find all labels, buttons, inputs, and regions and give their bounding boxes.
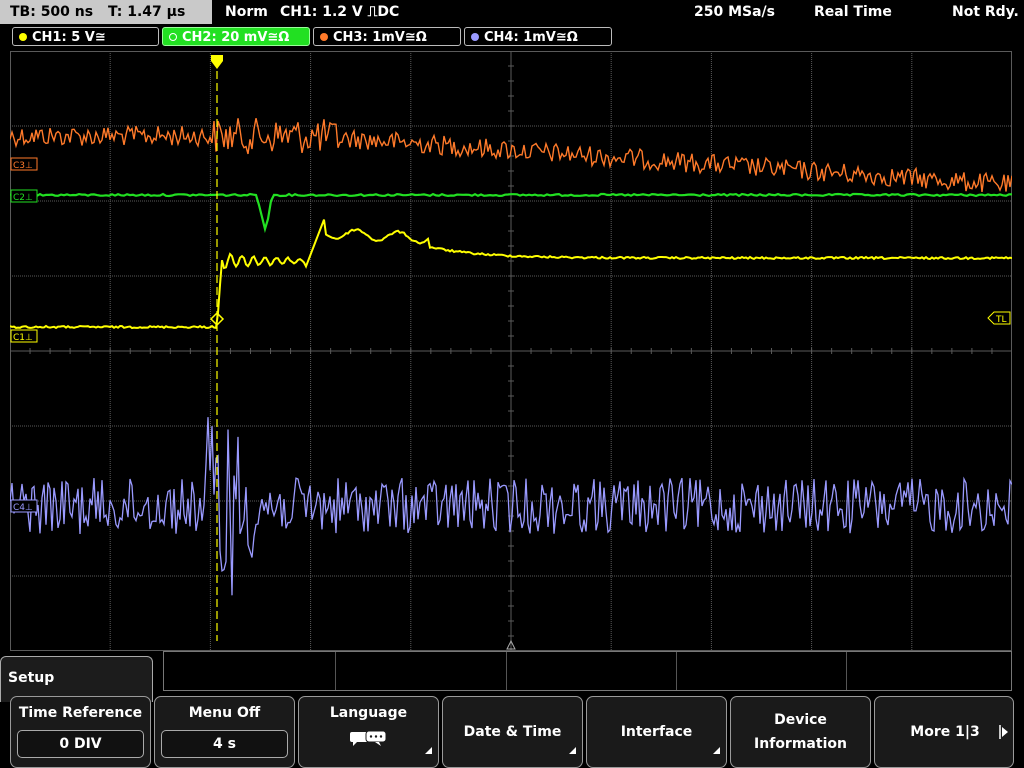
- interface-title: Interface: [620, 724, 693, 740]
- tab-ch2[interactable]: CH2: 20 mV≅Ω: [162, 27, 310, 46]
- tab-ch4[interactable]: CH4: 1mV≅Ω: [464, 27, 612, 46]
- trigger-position-icon[interactable]: [211, 55, 223, 69]
- date-time-softkey[interactable]: Date & Time: [442, 696, 583, 768]
- more-title: More 1|3: [910, 724, 980, 740]
- time-reference-value[interactable]: 0 DIV: [17, 730, 144, 758]
- language-softkey[interactable]: Language: [298, 696, 439, 768]
- ch2-dot-icon: [169, 33, 177, 41]
- trigger-level-text: TL: [995, 315, 1007, 325]
- menu-title: Setup: [8, 670, 55, 686]
- ch1-ground-marker[interactable]: C1⊥: [10, 329, 38, 343]
- ch3-marker-text: C3⊥: [13, 161, 33, 171]
- ch1-marker-text: C1⊥: [13, 333, 33, 343]
- strip-divider: [846, 652, 847, 690]
- tab-ch1[interactable]: CH1: 5 V≅: [12, 27, 159, 46]
- menu-off-title: Menu Off: [188, 705, 261, 721]
- submenu-corner-icon: [425, 747, 432, 754]
- interface-softkey[interactable]: Interface: [586, 696, 727, 768]
- grid-lines: [10, 51, 1012, 651]
- tab-ch3[interactable]: CH3: 1mV≅Ω: [313, 27, 461, 46]
- trigger-info[interactable]: CH1: 1.2 V ⎍DC: [280, 0, 399, 24]
- ch3-label: CH3: 1mV≅Ω: [333, 30, 427, 45]
- menu-off-value[interactable]: 4 s: [161, 730, 288, 758]
- ch1-label: CH1: 5 V≅: [32, 30, 106, 45]
- device-information-title-line1: Device: [774, 712, 827, 728]
- submenu-corner-icon: [569, 747, 576, 754]
- ch3-ground-marker[interactable]: C3⊥: [10, 157, 38, 171]
- timebase-readout: TB: 500 ns: [10, 4, 94, 20]
- more-softkey[interactable]: More 1|3: [874, 696, 1014, 768]
- info-strip: [163, 651, 1012, 691]
- strip-divider: [506, 652, 507, 690]
- ch2-ground-marker[interactable]: C2⊥: [10, 189, 38, 203]
- sample-rate: 250 MSa/s: [694, 4, 776, 20]
- ch4-label: CH4: 1mV≅Ω: [484, 30, 578, 45]
- strip-divider: [335, 652, 336, 690]
- ch4-dot-icon: [471, 33, 479, 41]
- waveform-display[interactable]: C3⊥ C2⊥ C1⊥ C4⊥ TL: [10, 51, 1012, 651]
- ch4-marker-text: C4⊥: [13, 503, 33, 513]
- date-time-title: Date & Time: [463, 724, 562, 740]
- arrow-right-icon: [999, 725, 1008, 739]
- ch1-dot-icon: [19, 33, 27, 41]
- submenu-corner-icon: [713, 747, 720, 754]
- device-information-softkey[interactable]: Device Information: [730, 696, 871, 768]
- ch2-marker-text: C2⊥: [13, 193, 33, 203]
- ch4-ground-marker[interactable]: C4⊥: [10, 499, 38, 513]
- strip-divider: [676, 652, 677, 690]
- trigger-level-marker[interactable]: TL: [987, 311, 1011, 325]
- speech-bubble-icon: [350, 730, 387, 746]
- device-information-title-line2: Information: [754, 736, 847, 752]
- language-title: Language: [329, 705, 408, 721]
- trigger-time-readout: T: 1.47 µs: [107, 4, 186, 20]
- ch2-label: CH2: 20 mV≅Ω: [182, 30, 290, 45]
- time-reference-softkey[interactable]: Time Reference 0 DIV: [10, 696, 151, 768]
- acquisition-mode: Real Time: [814, 4, 892, 20]
- ch3-dot-icon: [320, 33, 328, 41]
- trigger-mode[interactable]: Norm: [225, 0, 268, 24]
- menu-off-softkey[interactable]: Menu Off 4 s: [154, 696, 295, 768]
- time-reference-title: Time Reference: [18, 705, 143, 721]
- timebase-box[interactable]: TB: 500 ns T: 1.47 µs: [0, 0, 212, 24]
- trigger-state: Not Rdy.: [952, 4, 1019, 20]
